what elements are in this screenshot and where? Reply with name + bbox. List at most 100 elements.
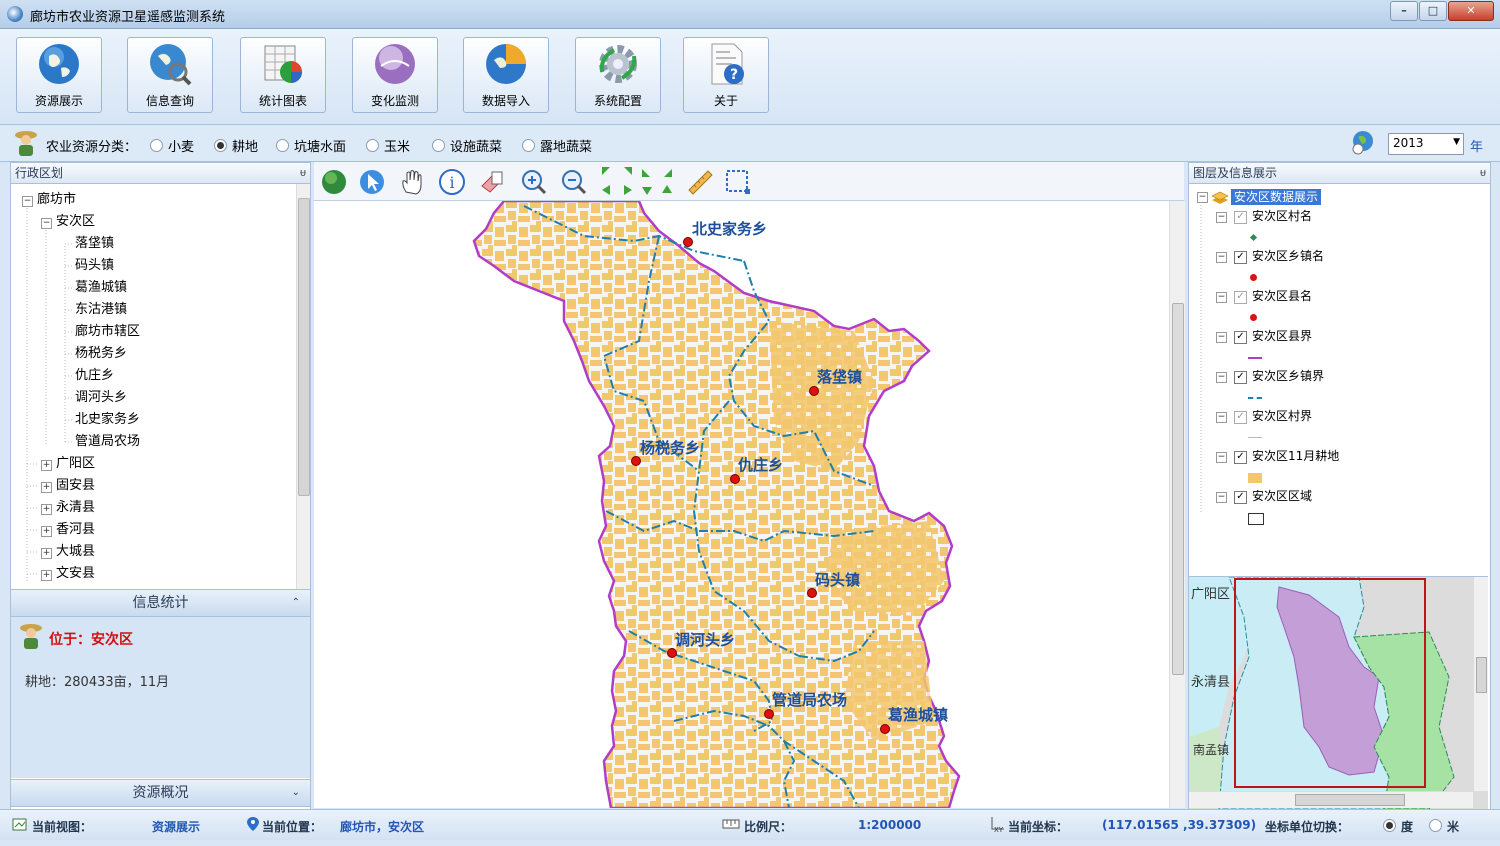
tree-item-town[interactable]: 杨税务乡 [75,344,127,364]
unit-option-meter[interactable]: 米 [1429,818,1459,835]
option-pond[interactable]: 坑塘水面 [276,136,346,155]
overview-hscroll[interactable] [1189,791,1473,808]
maximize-button[interactable]: □ [1419,1,1447,21]
tree-item-town[interactable]: 廊坊市辖区 [75,322,140,342]
overview-vscroll[interactable] [1473,577,1488,791]
tree-item-town[interactable]: 北史家务乡 [75,410,140,430]
minimize-button[interactable]: – [1390,1,1418,21]
layer-checkbox[interactable]: ✓ [1234,451,1247,464]
pin-icon[interactable]: ᵾ [300,163,306,183]
option-farmland[interactable]: 耕地 [214,136,258,155]
globe-icon[interactable] [320,168,348,196]
tree-item-town[interactable]: 码头镇 [75,256,114,276]
option-facility-veg[interactable]: 设施蔬菜 [432,136,502,155]
tree-item-county[interactable]: 香河县 [56,520,95,540]
district-map[interactable] [314,201,1169,808]
map-canvas[interactable]: 北史家务乡 落垡镇 杨税务乡 仇庄乡 码头镇 调河头乡 管道局农场 葛渔城镇 [314,201,1169,808]
collapse-layer[interactable]: − [1216,412,1227,423]
eraser-icon[interactable] [478,168,506,196]
tree-item-county[interactable]: 固安县 [56,476,95,496]
layer-root[interactable]: 安次区数据展示 [1231,189,1322,205]
expand-guan[interactable]: + [41,482,52,493]
arrow-w-icon[interactable] [600,183,614,197]
collapse-layer[interactable]: − [1216,292,1227,303]
radio-corn[interactable] [366,139,379,152]
resource-display-button[interactable]: 资源展示 [16,37,102,113]
arrow-se-icon[interactable] [660,165,674,179]
layer-checkbox[interactable]: ✓ [1234,211,1247,224]
radio-farmland[interactable] [214,139,227,152]
tree-item-anci[interactable]: 安次区 [56,212,95,232]
expand-guangyang[interactable]: + [41,460,52,471]
arrow-up-icon[interactable] [660,183,674,197]
tree-item-town[interactable]: 管道局农场 [75,432,140,452]
layer-village-name[interactable]: 安次区村名 [1252,208,1312,224]
zoom-in-icon[interactable] [520,168,548,196]
town-marker[interactable] [809,386,819,396]
tree-item-county[interactable]: 大城县 [56,542,95,562]
expand-xianghe[interactable]: + [41,526,52,537]
expand-yongqing[interactable]: + [41,504,52,515]
arrow-e-icon[interactable] [620,183,634,197]
radio-pond[interactable] [276,139,289,152]
collapse-layer[interactable]: − [1216,332,1227,343]
tree-scrollbar[interactable] [296,184,310,589]
data-import-button[interactable]: 数据导入 [463,37,549,113]
zoom-out-icon[interactable] [560,168,588,196]
arrow-down-icon[interactable] [640,183,654,197]
layer-town-name[interactable]: 安次区乡镇名 [1252,248,1324,264]
pan-hand-icon[interactable] [398,168,426,196]
collapse-layer[interactable]: − [1216,372,1227,383]
arrow-ne-icon[interactable] [620,165,634,179]
tree-item-town[interactable]: 仇庄乡 [75,366,114,386]
pointer-icon[interactable] [358,168,386,196]
tree-item-town[interactable]: 落垡镇 [75,234,114,254]
layer-county-boundary[interactable]: 安次区县界 [1252,328,1312,344]
layer-county-name[interactable]: 安次区县名 [1252,288,1312,304]
layer-checkbox[interactable]: ✓ [1234,411,1247,424]
close-button[interactable]: ✕ [1448,1,1494,21]
option-open-veg[interactable]: 露地蔬菜 [522,136,592,155]
radio-meter[interactable] [1429,819,1442,832]
town-marker[interactable] [730,474,740,484]
layer-region[interactable]: 安次区区域 [1252,488,1312,504]
overview-map[interactable]: 广阳区 永清县 南孟镇 [1189,576,1488,809]
tree-item-county[interactable]: 文安县 [56,564,95,584]
info-query-button[interactable]: 信息查询 [127,37,213,113]
layer-checkbox[interactable]: ✓ [1234,331,1247,344]
town-marker[interactable] [764,709,774,719]
tree-item-county[interactable]: 广阳区 [56,454,95,474]
overview-vscroll-thumb[interactable] [1476,657,1487,693]
layer-checkbox[interactable]: ✓ [1234,491,1247,504]
expand-dacheng[interactable]: + [41,548,52,559]
town-marker[interactable] [880,724,890,734]
pin-icon[interactable]: ᵾ [1480,163,1486,183]
statistics-chart-button[interactable]: 统计图表 [240,37,326,113]
radio-facility-veg[interactable] [432,139,445,152]
collapse-layer[interactable]: − [1216,212,1227,223]
expand-wenan[interactable]: + [41,570,52,581]
collapse-root[interactable]: − [22,196,33,207]
map-scroll-thumb[interactable] [1172,303,1184,675]
option-wheat[interactable]: 小麦 [150,136,194,155]
option-corn[interactable]: 玉米 [366,136,410,155]
select-box-icon[interactable] [724,168,752,196]
overview-hscroll-thumb[interactable] [1295,794,1405,806]
collapse-layer-root[interactable]: − [1197,192,1208,203]
radio-wheat[interactable] [150,139,163,152]
map-scrollbar[interactable] [1169,201,1185,808]
collapse-layer[interactable]: − [1216,252,1227,263]
radio-open-veg[interactable] [522,139,535,152]
arrow-sw-icon[interactable] [640,165,654,179]
collapse-layer[interactable]: − [1216,452,1227,463]
tree-item-langfang[interactable]: 廊坊市 [37,190,76,210]
unit-option-degree[interactable]: 度 [1383,818,1413,835]
layer-checkbox[interactable]: ✓ [1234,371,1247,384]
ruler-icon[interactable] [686,168,714,196]
tree-item-town[interactable]: 葛渔城镇 [75,278,127,298]
collapse-layer[interactable]: − [1216,492,1227,503]
tree-scroll-thumb[interactable] [298,198,310,496]
resource-overview-header[interactable]: 资源概况 ⌄ [11,779,310,807]
layer-farmland[interactable]: 安次区11月耕地 [1252,448,1339,464]
arrow-nw-icon[interactable] [600,165,614,179]
